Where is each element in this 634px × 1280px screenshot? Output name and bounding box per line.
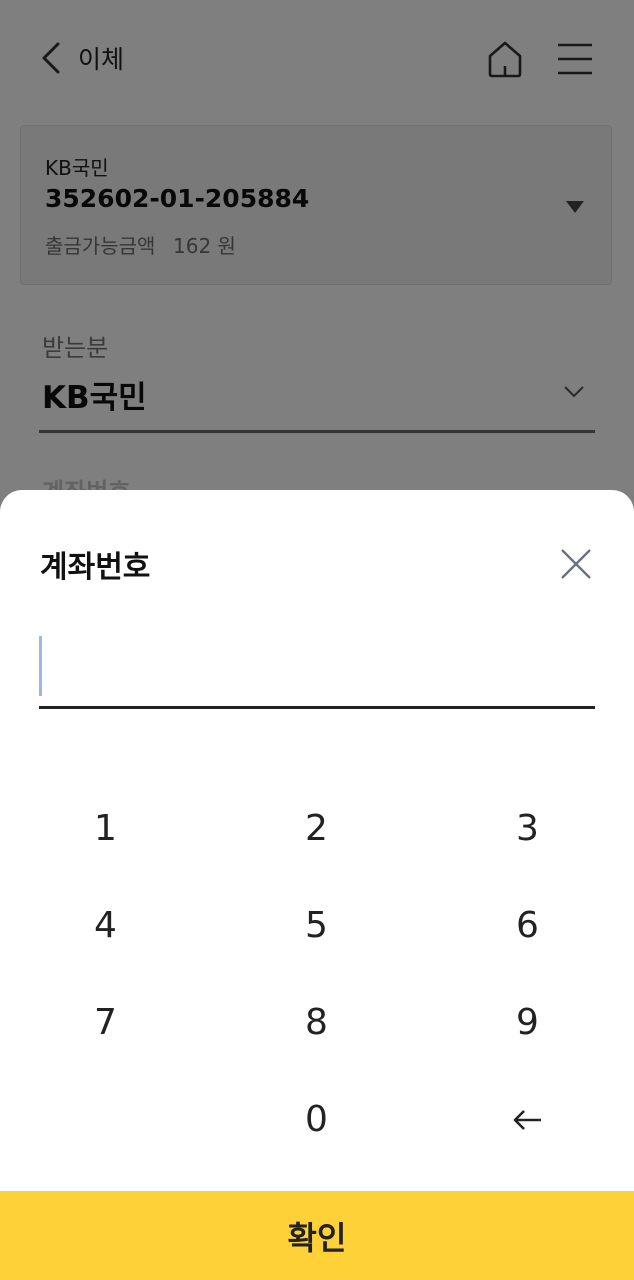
backspace-arrow-icon <box>513 1109 541 1130</box>
confirm-button[interactable]: 확인 <box>0 1191 634 1280</box>
key-3[interactable]: 3 <box>422 780 633 877</box>
text-cursor <box>39 636 42 696</box>
key-0[interactable]: 0 <box>211 1071 422 1168</box>
input-underline <box>39 706 595 709</box>
key-6[interactable]: 6 <box>422 877 633 974</box>
sheet-title: 계좌번호 <box>40 550 151 585</box>
key-9[interactable]: 9 <box>422 974 633 1071</box>
close-button[interactable] <box>558 546 594 582</box>
key-label: 9 <box>516 1002 539 1043</box>
key-1[interactable]: 1 <box>0 780 211 877</box>
key-4[interactable]: 4 <box>0 877 211 974</box>
key-label: 8 <box>305 1002 328 1043</box>
key-empty <box>0 1071 211 1168</box>
account-number-sheet: 계좌번호 1 2 3 4 5 6 7 8 9 0 <box>0 490 634 1280</box>
key-7[interactable]: 7 <box>0 974 211 1071</box>
backspace-key[interactable] <box>422 1071 633 1168</box>
key-5[interactable]: 5 <box>211 877 422 974</box>
key-label: 2 <box>305 808 328 849</box>
key-label: 4 <box>94 905 117 946</box>
account-number-input[interactable] <box>39 630 595 710</box>
key-label: 5 <box>305 905 328 946</box>
key-label: 7 <box>94 1002 117 1043</box>
close-icon <box>561 549 591 579</box>
key-label: 6 <box>516 905 539 946</box>
key-label: 3 <box>516 808 539 849</box>
key-label: 0 <box>305 1099 328 1140</box>
key-2[interactable]: 2 <box>211 780 422 877</box>
key-label: 1 <box>94 808 117 849</box>
key-8[interactable]: 8 <box>211 974 422 1071</box>
numeric-keypad: 1 2 3 4 5 6 7 8 9 0 <box>0 780 634 1170</box>
